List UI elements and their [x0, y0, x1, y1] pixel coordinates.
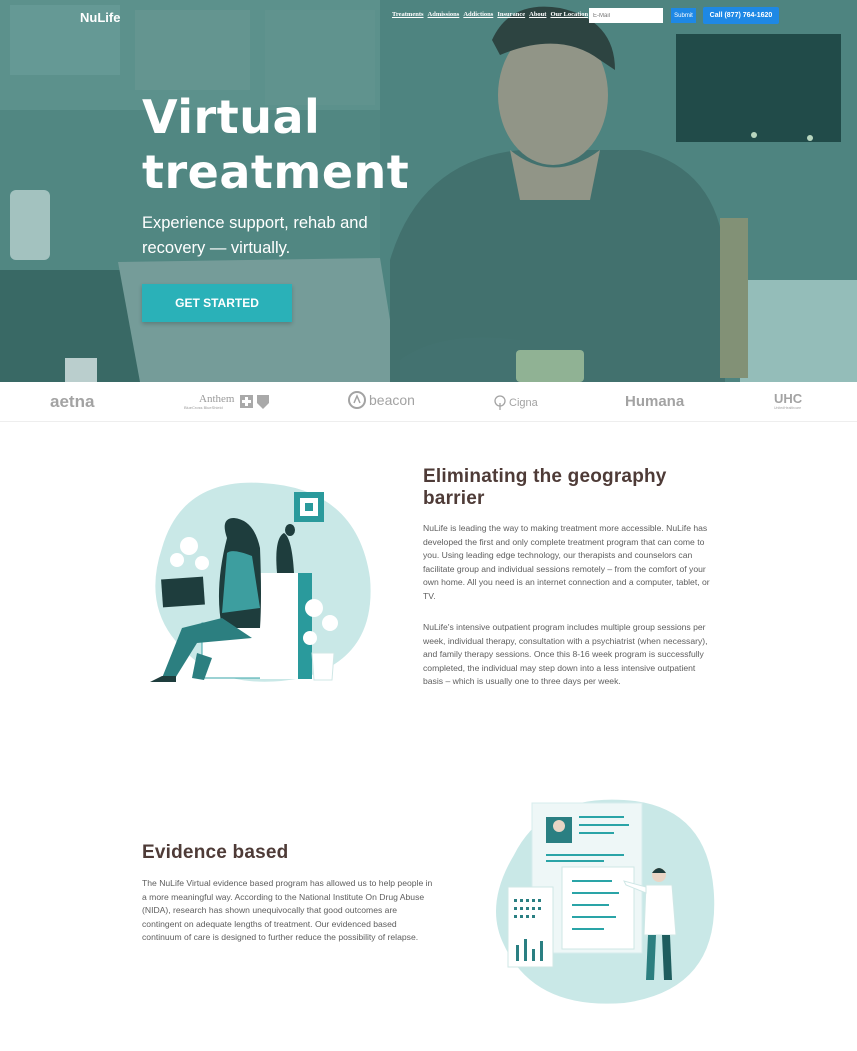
beacon-icon — [348, 391, 366, 409]
bcbs-icon — [240, 395, 269, 409]
insurance-logos: aetna Anthem BlueCross BlueShield beacon… — [0, 382, 857, 422]
cigna-tree-icon — [494, 395, 506, 410]
logo-text: NuLife — [80, 10, 121, 25]
nav-treatments[interactable]: Treatments — [392, 11, 424, 18]
site-logo[interactable]: NuLife — [80, 10, 120, 25]
section-paragraph-geography-1: NuLife is leading the way to making trea… — [423, 523, 710, 601]
uhc-text: UHC — [774, 391, 803, 406]
email-input[interactable] — [589, 8, 663, 23]
section-title-geography: Eliminating the geography barrier — [423, 466, 667, 509]
call-button[interactable]: Call (877) 764-1620 — [703, 7, 779, 24]
hero-subtitle: Experience support, rehab and recovery —… — [142, 214, 368, 257]
nav-insurance[interactable]: Insurance — [497, 11, 525, 18]
nav-addictions[interactable]: Addictions — [463, 11, 493, 18]
doctor-report-illustration — [496, 799, 715, 1004]
main-nav: Treatments Admissions Addictions Insuran… — [392, 11, 588, 18]
beacon-logo: beacon — [348, 391, 415, 409]
nav-admissions[interactable]: Admissions — [428, 11, 460, 18]
anthem-sub: BlueCross BlueShield — [184, 405, 223, 410]
nav-about[interactable]: About — [529, 11, 546, 18]
woman-laptop-illustration — [150, 482, 371, 682]
anthem-name: Anthem — [199, 393, 235, 405]
cigna-text: Cigna — [509, 397, 538, 409]
cigna-logo: Cigna — [494, 395, 538, 411]
humana-logo: Humana — [625, 393, 685, 410]
section-paragraph-geography-2: NuLife's intensive outpatient program in… — [423, 622, 708, 686]
aetna-logo: aetna — [50, 392, 95, 411]
get-started-button[interactable]: GET STARTED — [142, 284, 292, 322]
beacon-text: beacon — [369, 392, 415, 408]
uhc-sub: UnitedHealthcare — [774, 406, 802, 410]
section-paragraph-evidence: The NuLife Virtual evidence based progra… — [142, 878, 433, 942]
nav-our-location[interactable]: Our Location — [550, 11, 588, 18]
submit-button[interactable]: Submit — [671, 8, 696, 23]
section-title-evidence: Evidence based — [142, 842, 289, 863]
hero-title: Virtual treatment — [142, 90, 410, 199]
uhc-logo: UHC UnitedHealthcare — [774, 391, 802, 410]
